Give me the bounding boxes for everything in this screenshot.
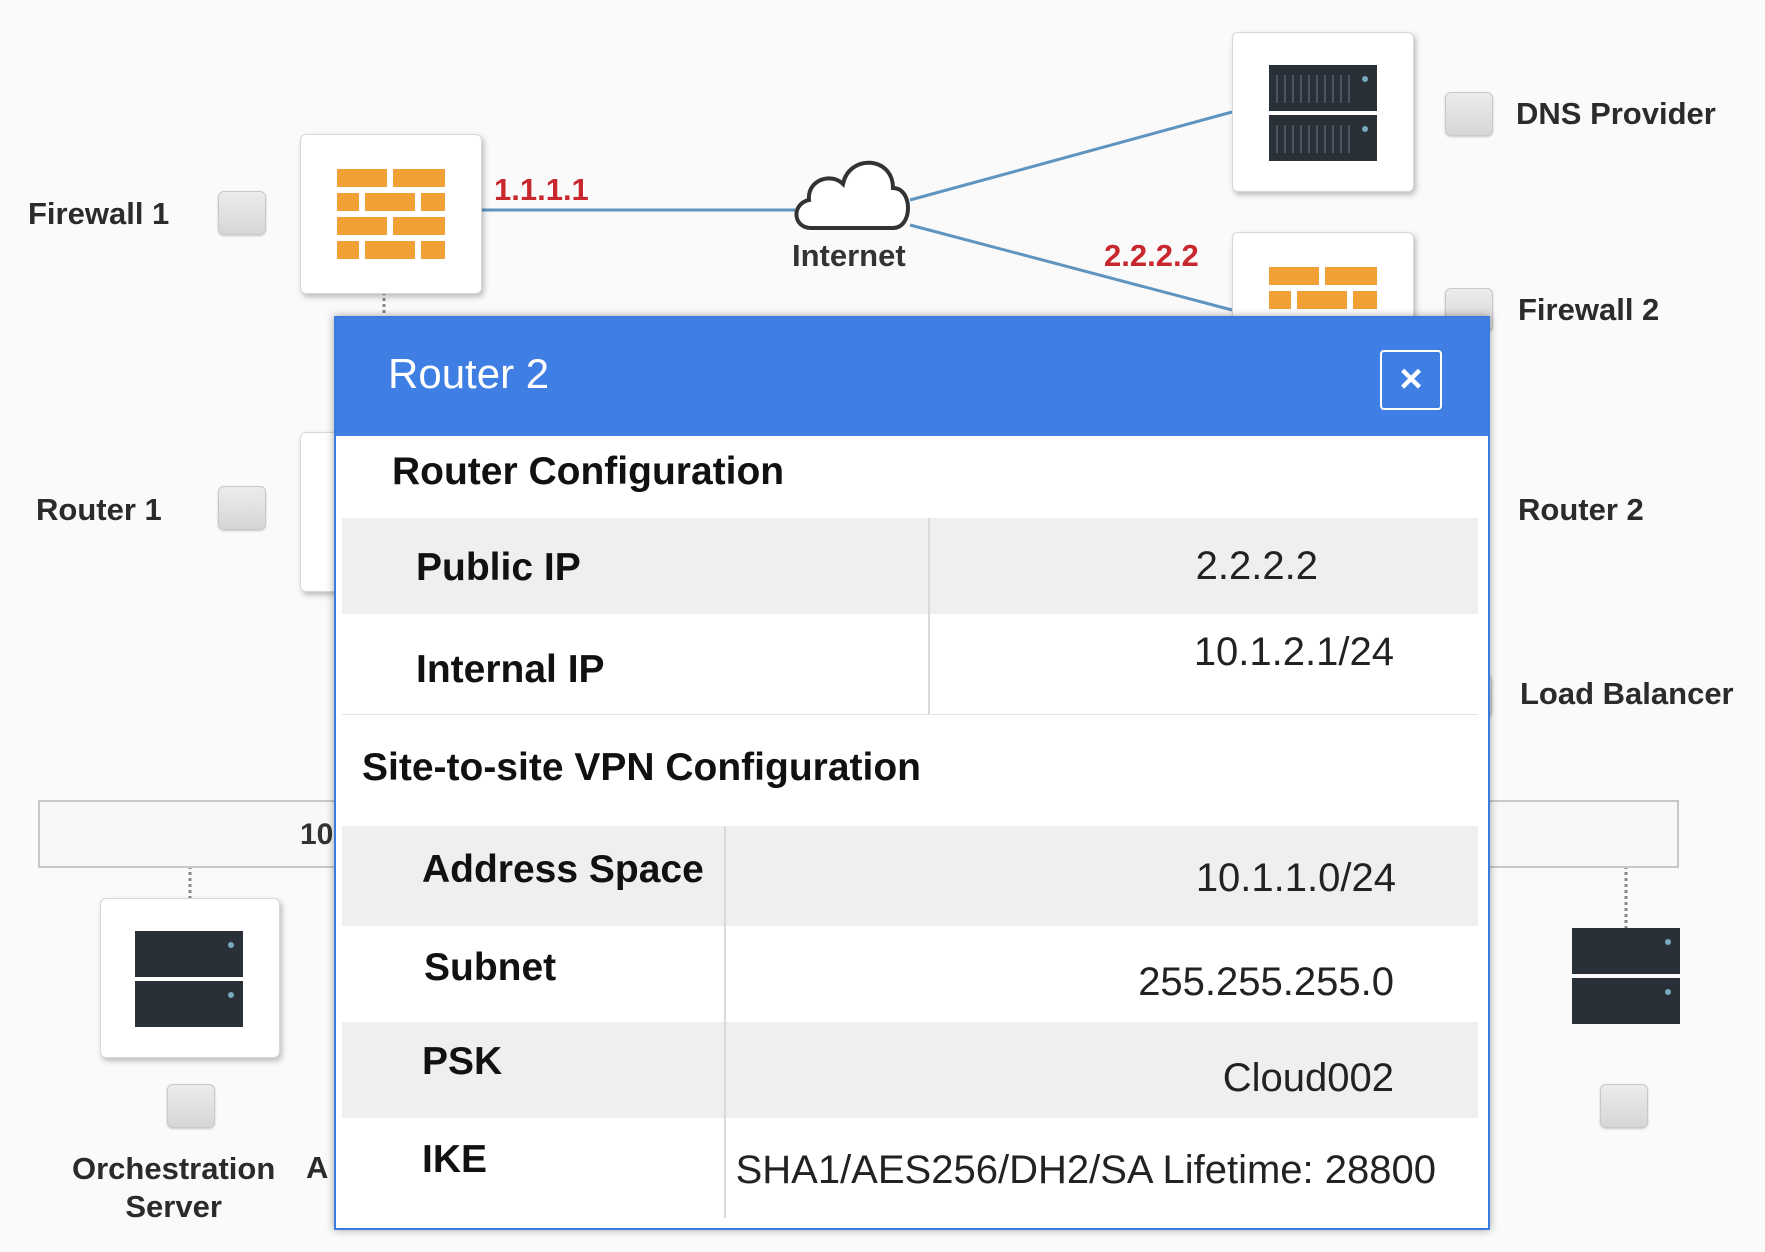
dns-provider-card[interactable]	[1232, 32, 1414, 192]
row-key: Internal IP	[416, 648, 605, 691]
close-icon[interactable]: ×	[1380, 350, 1442, 410]
server-icon	[1572, 928, 1680, 1024]
row-value: 10.1.2.1/24	[1193, 630, 1394, 674]
subnet-bar-label: 10	[300, 818, 334, 851]
row-value: Cloud002	[1222, 1056, 1394, 1100]
router1-label: Router 1	[36, 492, 162, 527]
orchestration-server-label: Orchestration Server	[72, 1151, 276, 1224]
firewall1-ip-label: 1.1.1.1	[494, 172, 589, 207]
row-key: Public IP	[416, 546, 581, 589]
server-icon	[1269, 65, 1377, 161]
modal-title: Router 2	[388, 350, 550, 397]
load-balancer-label: Load Balancer	[1520, 676, 1734, 711]
row-value: 10.1.1.0/24	[1195, 856, 1396, 900]
router1-checkbox[interactable]	[218, 486, 266, 530]
row-value: SHA1/AES256/DH2/SA Lifetime: 28800	[735, 1148, 1436, 1192]
cloud-icon	[794, 160, 910, 230]
table-row: Address Space 10.1.1.0/24	[342, 826, 1478, 926]
table-row: PSK Cloud002	[342, 1022, 1478, 1118]
table-row: Internal IP 10.1.2.1/24	[342, 614, 1478, 715]
firewall-icon	[337, 169, 445, 259]
router2-modal: Router 2 × Router Configuration Public I…	[334, 316, 1490, 1230]
dns-provider-checkbox[interactable]	[1445, 92, 1493, 136]
dns-provider-label: DNS Provider	[1516, 96, 1716, 131]
router-config-heading: Router Configuration	[392, 450, 785, 493]
vpn-config-heading: Site-to-site VPN Configuration	[362, 746, 921, 789]
orchestration-server-card[interactable]	[100, 898, 280, 1058]
row-key: IKE	[422, 1138, 488, 1181]
right-server-checkbox[interactable]	[1600, 1084, 1648, 1128]
firewall2-ip-label: 2.2.2.2	[1104, 238, 1199, 273]
modal-header: Router 2 ×	[336, 318, 1488, 436]
orchestration-server-checkbox[interactable]	[167, 1084, 215, 1128]
firewall1-label: Firewall 1	[28, 196, 170, 231]
row-value: 2.2.2.2	[1195, 544, 1318, 588]
server-icon	[135, 931, 243, 1027]
firewall1-checkbox[interactable]	[218, 191, 266, 235]
firewall2-label: Firewall 2	[1518, 292, 1660, 327]
row-key: Address Space	[422, 848, 704, 891]
table-row: IKE SHA1/AES256/DH2/SA Lifetime: 28800	[342, 1118, 1478, 1218]
firewall1-card[interactable]	[300, 134, 482, 294]
table-row: Public IP 2.2.2.2	[342, 518, 1478, 614]
table-row: Subnet 255.255.255.0	[342, 926, 1478, 1022]
row-value: 255.255.255.0	[1138, 960, 1394, 1004]
router2-label: Router 2	[1518, 492, 1644, 527]
internet-label: Internet	[792, 238, 906, 273]
row-key: PSK	[422, 1040, 503, 1083]
row-key: Subnet	[424, 946, 557, 989]
app-server-label-partial: A	[306, 1150, 329, 1185]
